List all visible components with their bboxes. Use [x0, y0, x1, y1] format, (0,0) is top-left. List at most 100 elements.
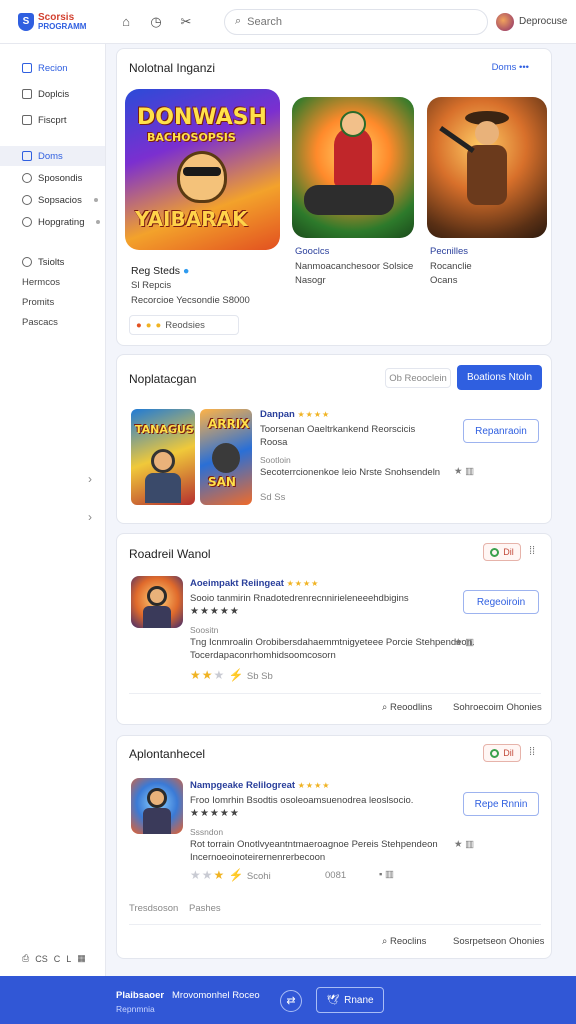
game-thumbnail[interactable] — [131, 778, 183, 834]
game-desc-3: Secoterrcionenkoe leio Nrste Snohsendeln — [260, 467, 441, 478]
status-badge[interactable]: Dil — [483, 744, 521, 762]
sidebar-item-fiscprt[interactable]: Fiscprt — [0, 110, 105, 130]
sidebar-item-sposondis[interactable]: Sposondis — [0, 168, 105, 188]
more-dots-icon: ••• — [519, 62, 529, 73]
sidebar-item-recion[interactable]: Recion — [0, 58, 105, 78]
game-art-gooclcs[interactable] — [292, 97, 414, 238]
footer-label[interactable]: C — [54, 954, 61, 964]
section-title: Roadreil Wanol — [129, 547, 211, 561]
footer-link[interactable]: Sosrpetseon Ohonies — [453, 936, 544, 947]
folder-icon[interactable]: ⌂ — [118, 14, 134, 30]
chevron-right-icon[interactable]: › — [88, 510, 92, 524]
sidebar-item-tsiolts[interactable]: Tsiolts — [0, 252, 105, 272]
star-rating-row: ★★★★★ — [190, 606, 240, 617]
clock-icon[interactable]: ◷ — [148, 14, 164, 30]
scissors-icon[interactable]: ✂ — [178, 14, 194, 30]
share-icon[interactable]: ⇄ — [280, 990, 302, 1012]
sidebar-item-sopsacios[interactable]: Sopsacios — [0, 190, 105, 210]
status-dot — [93, 198, 98, 202]
featured-game-meta: Recorcioe Yecsondie S8000 — [131, 295, 250, 306]
user-rating[interactable]: ★★★ ⚡ Scohi — [190, 868, 271, 882]
grid-icon[interactable]: ▦ — [77, 953, 86, 964]
footer-link-search[interactable]: ⌕ Reoodlins — [382, 702, 432, 713]
reactions-chip[interactable]: ● ● ● Reodsies — [129, 315, 239, 335]
smile-icon: ● — [145, 319, 152, 331]
primary-button[interactable]: Boations Ntoln — [457, 365, 542, 390]
bookmark-icons[interactable]: ★ ▥ — [454, 839, 474, 850]
game-thumbnail[interactable]: TANAGUS — [131, 409, 195, 505]
game-name-pecnilles[interactable]: Pecnilles — [430, 246, 468, 257]
sidebar-item-doplcis[interactable]: Doplcis — [0, 84, 105, 104]
sidebar-item-hopgrating[interactable]: Hopgrating — [0, 212, 105, 232]
game-meta: Soositn — [190, 625, 219, 635]
character-head — [475, 121, 499, 145]
character-head — [147, 586, 167, 606]
featured-game-art[interactable]: DONWASH BACHOSOPSIS YAIBARAK — [125, 89, 280, 250]
sidebar-item-promits[interactable]: Promits — [0, 292, 105, 312]
game-art-pecnilles[interactable] — [427, 97, 547, 238]
footer-link-label: Reoclins — [389, 936, 427, 947]
twitter-button[interactable]: 🕊 Rnane — [316, 987, 384, 1013]
game-desc-2: Roosa — [260, 437, 288, 448]
printer-icon[interactable]: ⎙ — [22, 953, 29, 964]
game-thumbnail[interactable]: ARRIX SAN — [200, 409, 252, 505]
footer-subtitle: Mrovomonhel Roceo — [172, 990, 260, 1001]
sidebar-item-hermcos[interactable]: Hermcos — [0, 272, 105, 292]
section-title: Nolotnal Inganzi — [129, 61, 216, 75]
game-title-row[interactable]: Aoeimpakt Reiingeat ★★★★ — [190, 578, 319, 589]
rifle-shape — [439, 125, 475, 154]
footer-link[interactable]: Sohroecoim Ohonies — [453, 702, 542, 713]
open-button[interactable]: Repe Rnnin — [463, 792, 539, 816]
open-button[interactable]: Regeoiroin — [463, 590, 539, 614]
share-icons[interactable]: ▪ ▥ — [379, 869, 394, 880]
status-badge[interactable]: Dil — [483, 543, 521, 561]
grid-icon: ▥ — [465, 466, 475, 477]
chat-icon — [22, 173, 32, 183]
search-input[interactable] — [247, 15, 468, 28]
user-name: Deprocuse — [519, 16, 568, 27]
sidebar-item-doms[interactable]: Doms — [0, 146, 105, 166]
art-subtitle: SAN — [208, 475, 236, 489]
sidebar-item-pascacs[interactable]: Pascacs — [0, 312, 105, 332]
game-desc: Froo Iomrhin Bsodtis osoleoamsuenodrea l… — [190, 795, 414, 806]
bookmark-icons[interactable]: ★ ▥ — [454, 466, 474, 477]
featured-card: Nolotnal Inganzi Doms ••• DONWASH BACHOS… — [116, 48, 552, 346]
featured-game-name[interactable]: Reg Steds ● — [131, 265, 189, 277]
grid-icon: ▥ — [385, 869, 394, 880]
divider — [129, 924, 541, 925]
brand-text: Scorsis PROGRAMM — [38, 12, 87, 31]
game-name-gooclcs[interactable]: Gooclcs — [295, 246, 329, 257]
user-rating[interactable]: ★★★ ⚡ Sb Sb — [190, 668, 273, 682]
bookmark-icons[interactable]: ★ ▥ — [454, 637, 474, 648]
art-title: ARRIX — [208, 417, 250, 431]
footer-caption: Repnmnia — [116, 1004, 155, 1014]
chat-icon — [22, 195, 32, 205]
game-title-row[interactable]: Danpan ★★★★ — [260, 409, 330, 420]
more-link[interactable]: Doms ••• — [492, 62, 529, 73]
brand-tagline: PROGRAMM — [38, 21, 87, 31]
footer-label[interactable]: CS — [35, 954, 48, 964]
chevron-right-icon[interactable]: › — [88, 472, 92, 486]
verified-icon: ● — [182, 265, 190, 277]
brand[interactable]: S Scorsis PROGRAMM — [0, 12, 106, 31]
game-thumbnail[interactable] — [131, 576, 183, 628]
character-glasses — [183, 167, 221, 176]
footer-label[interactable]: L — [66, 954, 71, 964]
more-options-icon[interactable]: ⁞⁞ — [529, 746, 535, 758]
game-name: Reg Steds — [131, 265, 181, 277]
art-title: TANAGUS — [135, 423, 194, 436]
art-subtitle: BACHOSOPSIS — [147, 131, 236, 144]
game-title-row[interactable]: Nampgeake Relilogreat ★★★★ — [190, 780, 330, 791]
home-icon — [22, 63, 32, 73]
page-icon — [22, 115, 32, 125]
page-icon — [22, 89, 32, 99]
open-button[interactable]: Repanraoin — [463, 419, 539, 443]
section-card-3: Roadreil Wanol Dil ⁞⁞ Aoeimpakt Reiingea… — [116, 533, 552, 725]
rating-text: Scohi — [246, 871, 271, 882]
more-options-icon[interactable]: ⁞⁞ — [529, 545, 535, 557]
search-box[interactable]: ⌕ — [224, 8, 488, 35]
user-menu[interactable]: Deprocuse — [496, 12, 568, 31]
secondary-button[interactable]: Ob Reooclein — [385, 368, 451, 388]
character-body — [143, 808, 171, 834]
footer-link-search[interactable]: ⌕ Reoclins — [382, 936, 426, 947]
